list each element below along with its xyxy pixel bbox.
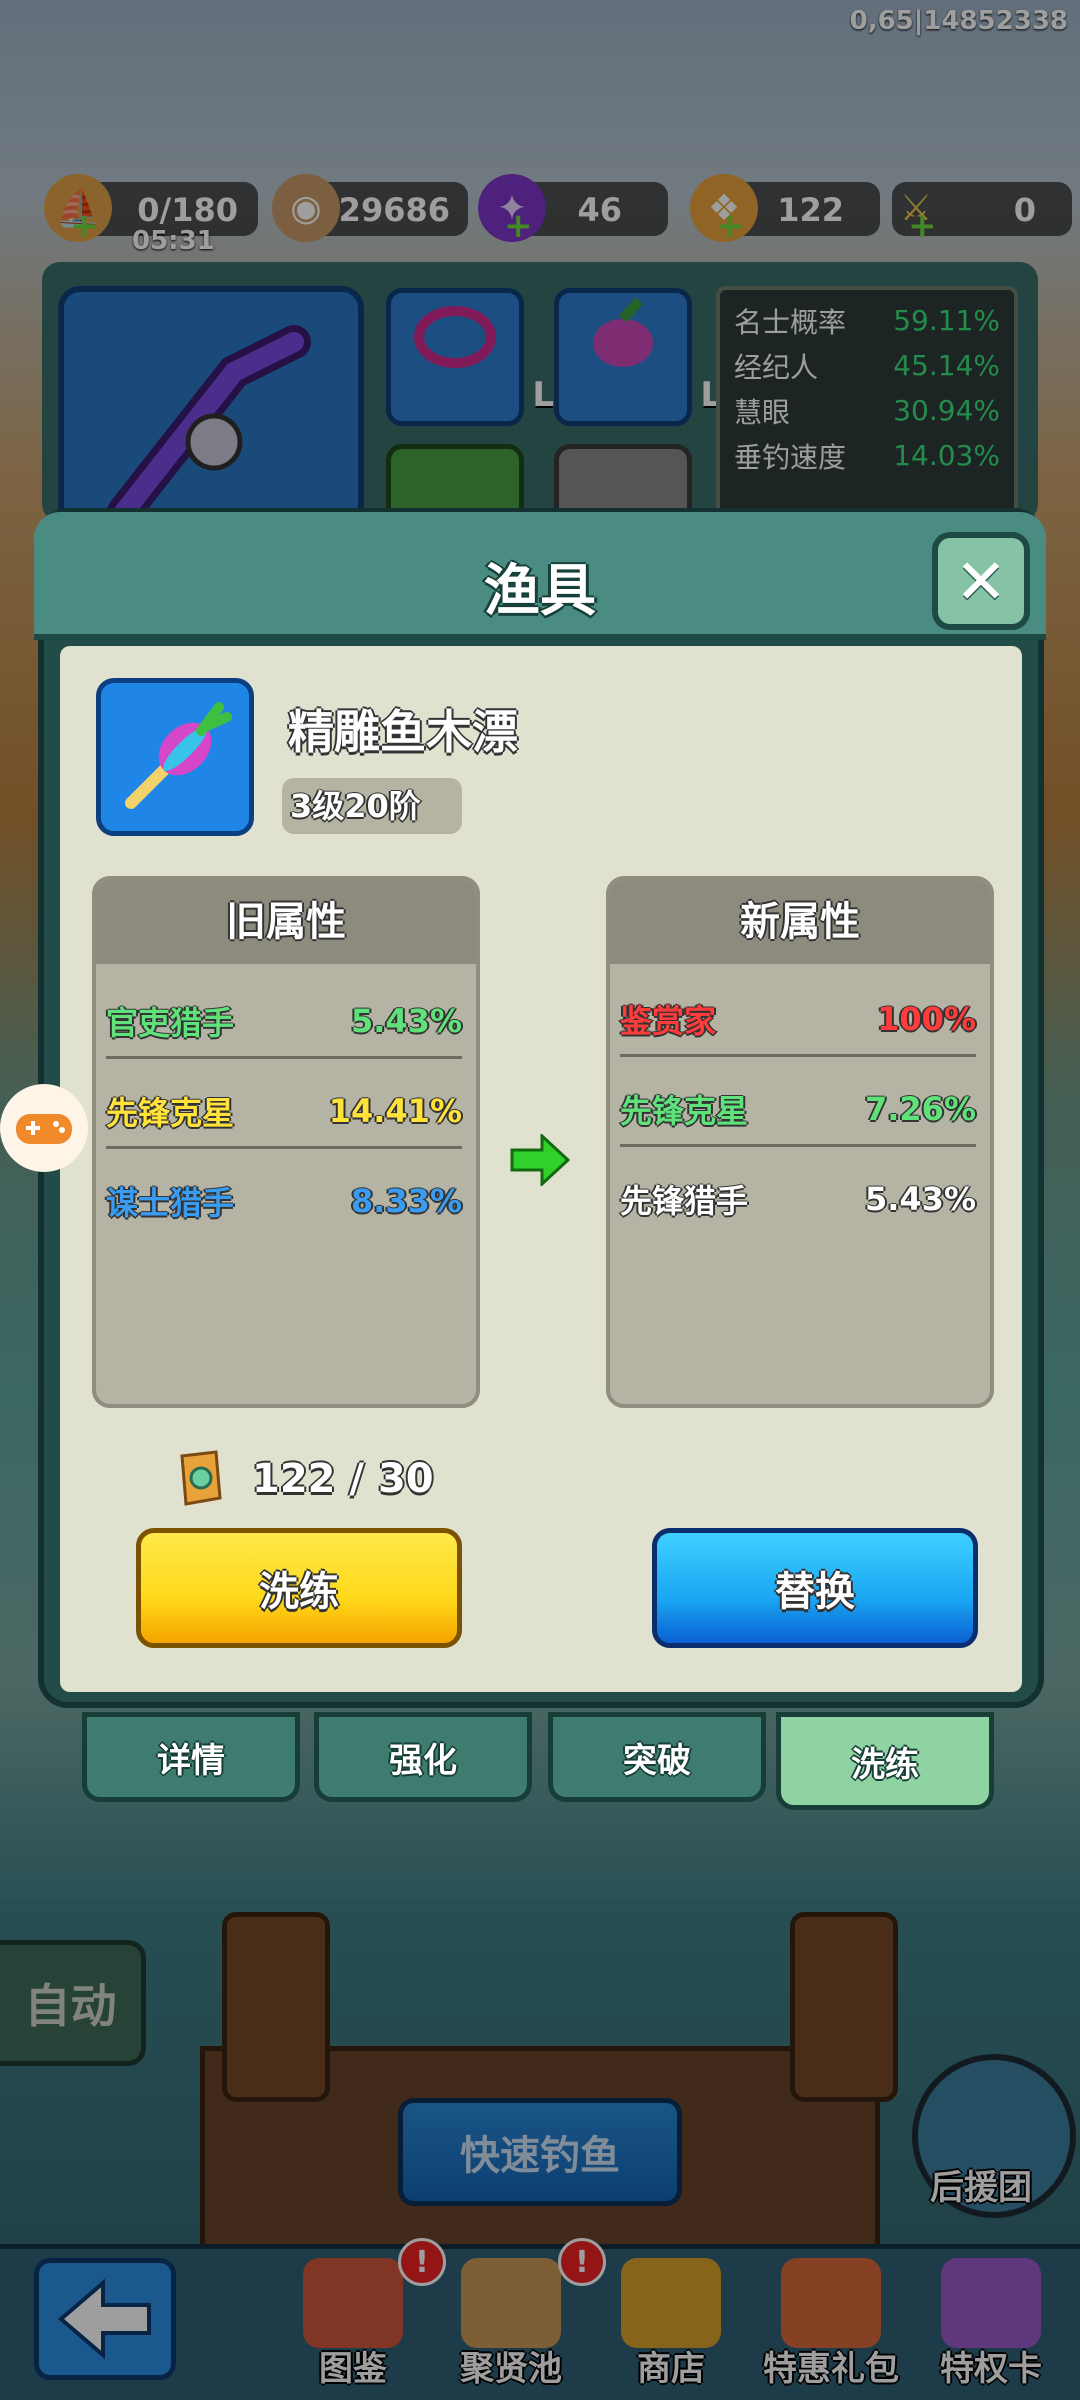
attr-value: 7.26% [864, 1090, 976, 1128]
attr-value: 5.43% [350, 1002, 462, 1040]
old-attr-row: 先锋克星 14.41% [106, 1067, 462, 1155]
divider [620, 1054, 976, 1057]
new-attributes-panel: 新属性 鉴赏家 100% 先锋克星 7.26% 先锋猎手 5.43% [606, 876, 994, 1408]
floating-gamepad-button[interactable] [0, 1084, 88, 1172]
arrow-right-icon [510, 1134, 571, 1186]
divider [106, 1056, 462, 1059]
item-name: 精雕鱼木漂 [288, 705, 518, 759]
attr-value: 5.43% [864, 1180, 976, 1218]
attr-value: 8.33% [350, 1182, 462, 1220]
tab-details[interactable]: 详情 [82, 1712, 300, 1802]
new-attributes-title: 新属性 [610, 880, 990, 964]
old-attributes-panel: 旧属性 官吏猎手 5.43% 先锋克星 14.41% 谋士猎手 8.33% [92, 876, 480, 1408]
new-attr-row: 鉴赏家 100% [620, 975, 976, 1063]
refine-cost: 122 / 30 [252, 1456, 434, 1502]
attr-name: 官吏猎手 [106, 1004, 235, 1042]
old-attributes-title: 旧属性 [96, 880, 476, 964]
attr-name: 先锋猎手 [620, 1182, 749, 1220]
close-icon: ✕ [955, 544, 1007, 618]
refine-ticket-icon [180, 1450, 222, 1506]
new-attr-row: 先锋克星 7.26% [620, 1065, 976, 1153]
old-attr-row: 谋士猎手 8.33% [106, 1157, 462, 1245]
divider [106, 1146, 462, 1149]
close-button[interactable]: ✕ [932, 532, 1030, 630]
tab-refine[interactable]: 洗练 [776, 1712, 994, 1810]
new-attr-row: 先锋猎手 5.43% [620, 1155, 976, 1243]
item-grade-badge: 3级20阶 [282, 778, 462, 834]
attr-name: 鉴赏家 [620, 1002, 717, 1040]
tab-enhance[interactable]: 强化 [314, 1712, 532, 1802]
attr-value: 14.41% [328, 1092, 462, 1130]
item-icon-frame[interactable] [96, 678, 254, 836]
gamepad-icon [16, 1114, 72, 1144]
dialog-title: 渔具 [484, 559, 596, 624]
attr-value: 100% [877, 1000, 976, 1038]
carved-float-icon [125, 702, 232, 809]
attr-name: 先锋克星 [106, 1094, 235, 1132]
tab-breakthrough[interactable]: 突破 [548, 1712, 766, 1802]
attr-name: 谋士猎手 [106, 1184, 235, 1222]
divider [620, 1144, 976, 1147]
old-attr-row: 官吏猎手 5.43% [106, 977, 462, 1065]
replace-button[interactable]: 替换 [652, 1528, 978, 1648]
refine-button[interactable]: 洗练 [136, 1528, 462, 1648]
attr-name: 先锋克星 [620, 1092, 749, 1130]
